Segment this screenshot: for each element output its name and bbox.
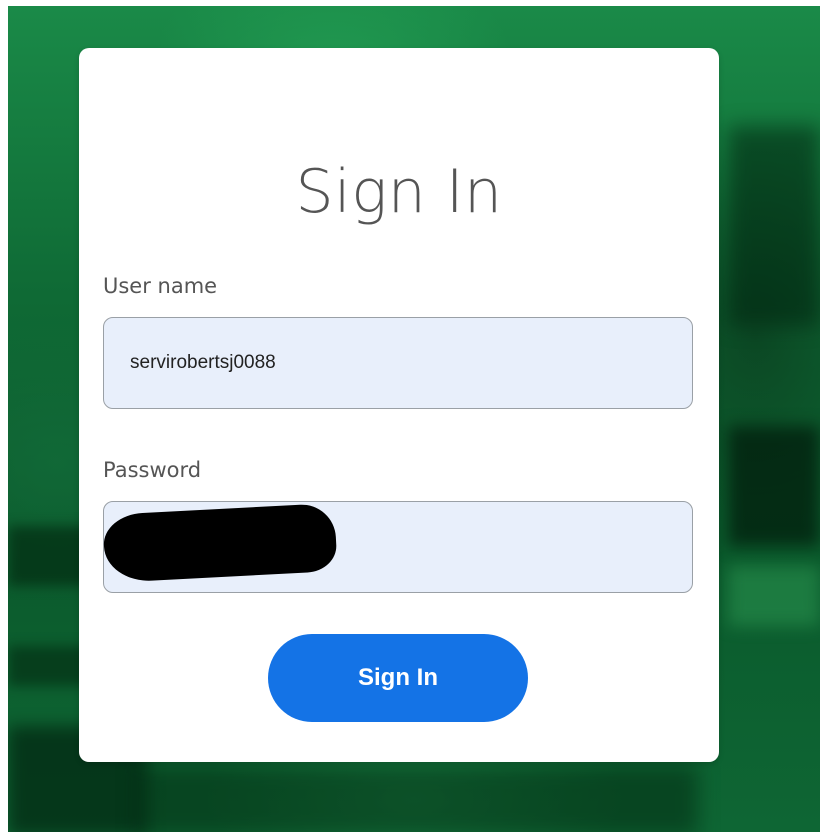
- page-title: Sign In: [295, 157, 503, 227]
- username-label: User name: [103, 274, 218, 298]
- sign-in-button[interactable]: Sign In: [268, 634, 528, 722]
- redaction-mark: [102, 502, 338, 584]
- page: Sign In User name Password Sign In: [0, 0, 820, 838]
- password-label: Password: [103, 458, 202, 482]
- signin-card: Sign In User name Password Sign In: [79, 48, 719, 762]
- username-input[interactable]: [103, 317, 693, 409]
